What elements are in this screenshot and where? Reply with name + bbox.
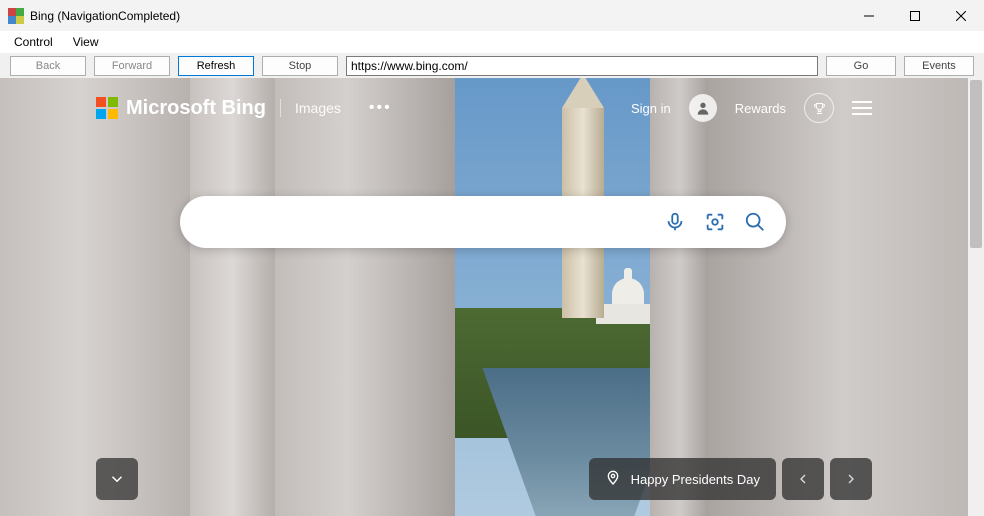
bing-brand[interactable]: Microsoft Bing	[126, 97, 266, 120]
info-chip-label: Happy Presidents Day	[631, 472, 760, 487]
menu-view[interactable]: View	[63, 33, 109, 51]
bg-pillar	[650, 78, 710, 516]
rewards-link[interactable]: Rewards	[735, 101, 786, 116]
user-avatar-icon[interactable]	[689, 94, 717, 122]
refresh-button[interactable]: Refresh	[178, 56, 254, 76]
stop-button[interactable]: Stop	[262, 56, 338, 76]
search-input[interactable]	[200, 213, 664, 231]
go-button[interactable]: Go	[826, 56, 896, 76]
camera-icon[interactable]	[704, 211, 726, 233]
mic-icon[interactable]	[664, 211, 686, 233]
bg-pillar	[708, 78, 968, 516]
bing-page: Microsoft Bing Images ••• Sign in Reward…	[0, 78, 968, 516]
window-title: Bing (NavigationCompleted)	[30, 9, 180, 23]
close-button[interactable]	[938, 0, 984, 31]
bg-pillar	[275, 78, 455, 516]
scroll-down-button[interactable]	[96, 458, 138, 500]
search-icon[interactable]	[744, 211, 766, 233]
vertical-scrollbar-track[interactable]	[968, 78, 984, 516]
bg-pillar	[0, 78, 190, 516]
back-button[interactable]: Back	[10, 56, 86, 76]
prev-image-button[interactable]	[782, 458, 824, 500]
divider	[280, 99, 281, 117]
bg-pillar	[190, 78, 275, 516]
url-input[interactable]	[346, 56, 818, 76]
vertical-scrollbar-thumb[interactable]	[970, 80, 982, 248]
forward-button[interactable]: Forward	[94, 56, 170, 76]
more-icon[interactable]: •••	[369, 99, 392, 117]
bing-header: Microsoft Bing Images ••• Sign in Reward…	[96, 92, 872, 124]
signin-link[interactable]: Sign in	[631, 101, 671, 116]
hamburger-icon[interactable]	[852, 101, 872, 115]
search-box[interactable]	[180, 196, 786, 248]
info-chip[interactable]: Happy Presidents Day	[589, 458, 776, 500]
rewards-icon[interactable]	[804, 93, 834, 123]
minimize-button[interactable]	[846, 0, 892, 31]
microsoft-logo-icon	[96, 97, 118, 119]
maximize-button[interactable]	[892, 0, 938, 31]
window-titlebar: Bing (NavigationCompleted)	[0, 0, 984, 31]
events-button[interactable]: Events	[904, 56, 974, 76]
images-link[interactable]: Images	[295, 100, 341, 116]
next-image-button[interactable]	[830, 458, 872, 500]
location-pin-icon	[605, 470, 621, 489]
menu-control[interactable]: Control	[4, 33, 63, 51]
webview-area: Microsoft Bing Images ••• Sign in Reward…	[0, 78, 984, 516]
window-controls	[846, 0, 984, 31]
menu-bar: Control View	[0, 31, 984, 53]
info-chip-row: Happy Presidents Day	[589, 458, 872, 500]
toolbar: Back Forward Refresh Stop Go Events	[0, 53, 984, 78]
app-icon	[8, 8, 24, 24]
